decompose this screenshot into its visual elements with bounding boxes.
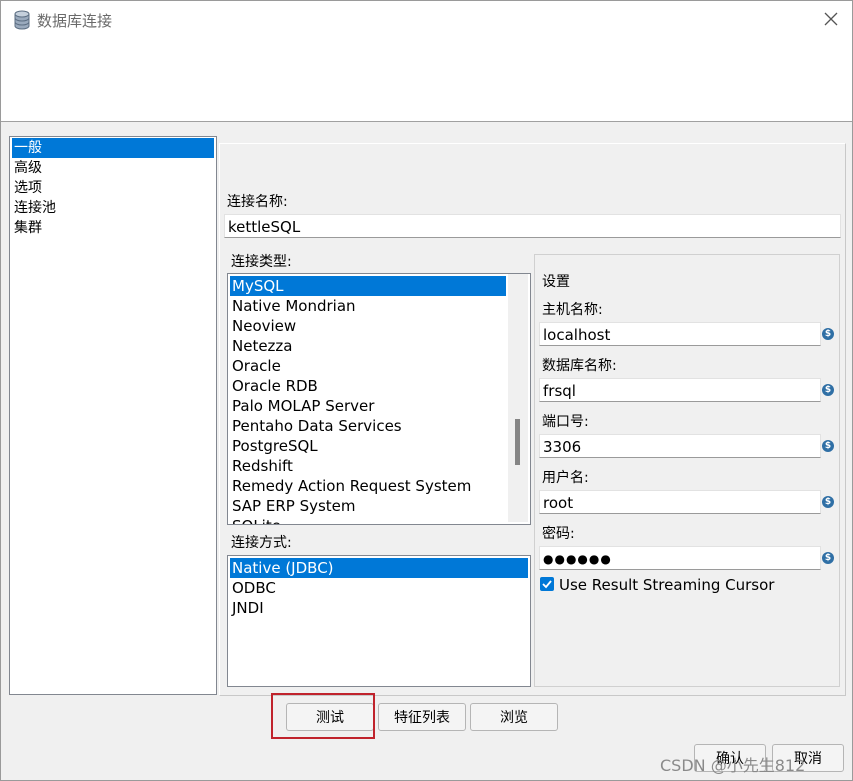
list-item[interactable]: Native Mondrian	[230, 296, 356, 316]
connection-name-input[interactable]: kettleSQL	[224, 214, 841, 238]
variable-icon[interactable]: $	[822, 496, 834, 508]
list-item[interactable]: Remedy Action Request System	[230, 476, 471, 496]
checkmark-icon	[542, 580, 552, 589]
nav-item-cluster[interactable]: 集群	[12, 218, 214, 238]
username-input[interactable]: root	[539, 490, 821, 514]
password-label: 密码:	[542, 526, 575, 542]
access-method-label: 连接方式:	[231, 535, 292, 551]
explore-button[interactable]: 浏览	[470, 703, 558, 731]
variable-icon[interactable]: $	[822, 384, 834, 396]
list-item[interactable]: Redshift	[230, 456, 293, 476]
list-item[interactable]: Native (JDBC)	[230, 558, 528, 578]
nav-item-general[interactable]: 一般	[12, 138, 214, 158]
variable-icon[interactable]: $	[822, 552, 834, 564]
connection-type-label: 连接类型:	[231, 254, 292, 270]
nav-item-pooling[interactable]: 连接池	[12, 198, 214, 218]
connection-type-list[interactable]: MySQL Native Mondrian Neoview Netezza Or…	[227, 273, 531, 525]
database-icon	[13, 10, 31, 30]
list-item[interactable]: PostgreSQL	[230, 436, 318, 456]
window-title: 数据库连接	[37, 12, 113, 30]
feature-list-button[interactable]: 特征列表	[378, 703, 466, 731]
connection-name-label: 连接名称:	[227, 194, 288, 210]
host-label: 主机名称:	[542, 302, 603, 318]
nav-item-label: 选项	[14, 180, 42, 196]
title-bar: 数据库连接	[1, 1, 852, 122]
nav-item-label: 一般	[14, 140, 42, 156]
watermark: CSDN @小先生812	[660, 756, 806, 775]
nav-item-label: 连接池	[14, 200, 56, 216]
scroll-thumb[interactable]	[515, 419, 520, 465]
nav-item-options[interactable]: 选项	[12, 178, 214, 198]
list-item[interactable]: Oracle	[230, 356, 281, 376]
nav-item-advanced[interactable]: 高级	[12, 158, 214, 178]
list-item[interactable]: Pentaho Data Services	[230, 416, 402, 436]
nav-item-label: 高级	[14, 160, 42, 176]
streaming-checkbox[interactable]	[540, 577, 554, 591]
list-item[interactable]: Netezza	[230, 336, 293, 356]
list-item[interactable]: SAP ERP System	[230, 496, 356, 516]
test-button-highlight	[271, 693, 375, 739]
list-item[interactable]: Oracle RDB	[230, 376, 318, 396]
streaming-label: Use Result Streaming Cursor	[559, 576, 775, 594]
access-method-list[interactable]: Native (JDBC) ODBC JNDI	[227, 555, 531, 687]
list-item[interactable]: ODBC	[230, 578, 276, 598]
connection-type-scrollbar[interactable]	[508, 274, 528, 522]
list-item[interactable]: Neoview	[230, 316, 296, 336]
close-icon[interactable]	[819, 7, 843, 31]
host-input[interactable]: localhost	[539, 322, 821, 346]
database-name-label: 数据库名称:	[542, 358, 617, 374]
username-label: 用户名:	[542, 470, 589, 486]
variable-icon[interactable]: $	[822, 328, 834, 340]
database-name-input[interactable]: frsql	[539, 378, 821, 402]
list-item[interactable]: SQLite	[230, 516, 281, 524]
password-input[interactable]: ●●●●●●	[539, 546, 821, 570]
list-item[interactable]: MySQL	[230, 276, 506, 296]
list-item[interactable]: Palo MOLAP Server	[230, 396, 374, 416]
variable-icon[interactable]: $	[822, 440, 834, 452]
nav-item-label: 集群	[14, 220, 42, 236]
settings-nav-list: 一般 高级 选项 连接池 集群	[9, 136, 217, 695]
port-label: 端口号:	[542, 414, 589, 430]
database-connection-dialog: 数据库连接 一般 高级 选项 连接池 集群 连接名称: kettleSQL 连接…	[0, 0, 853, 781]
settings-title: 设置	[542, 274, 570, 290]
list-item[interactable]: JNDI	[230, 598, 264, 618]
port-input[interactable]: 3306	[539, 434, 821, 458]
